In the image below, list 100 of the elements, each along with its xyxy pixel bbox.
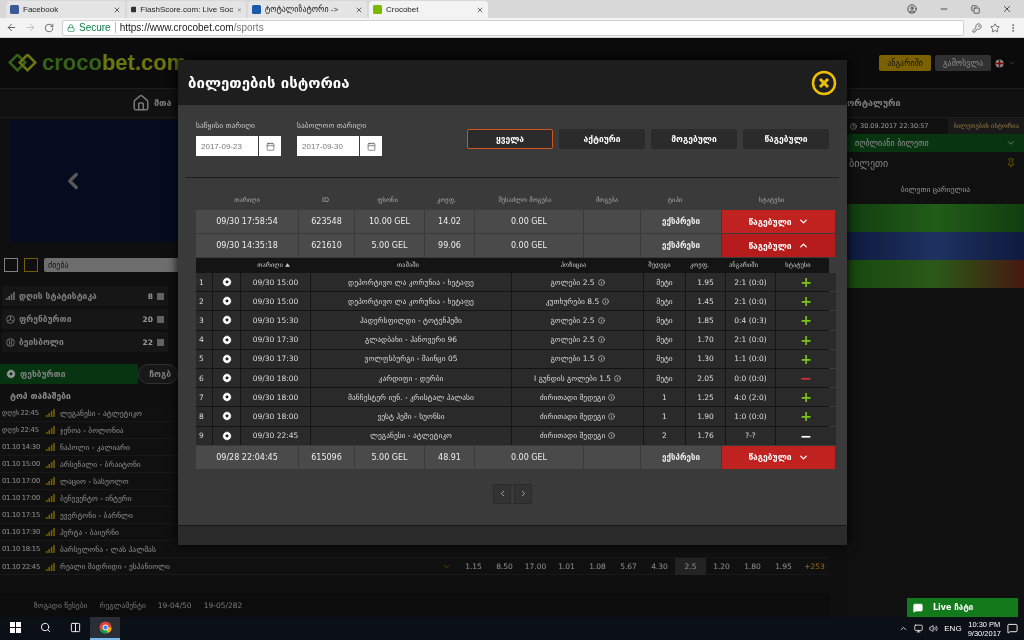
table-cell: 09/30 17:58:54	[196, 210, 298, 233]
info-icon[interactable]	[597, 278, 605, 286]
header-button[interactable]: ანგარიში	[879, 55, 931, 71]
table-cell: 0.00 GEL	[475, 234, 583, 257]
info-icon[interactable]	[597, 336, 605, 344]
bet-status-mark: −	[800, 371, 812, 386]
table-cell: 623548	[299, 210, 354, 233]
info-icon[interactable]	[597, 355, 605, 363]
date-field[interactable]: 2017-09-23	[196, 136, 258, 156]
browser-tab[interactable]: ტოტალიზატორი ->	[248, 1, 367, 18]
filter-tab[interactable]: მოგებული	[651, 129, 737, 149]
table-cell: 5.00 GEL	[355, 445, 424, 469]
address-field[interactable]: Secure https://www.crocobet.com/sports	[62, 19, 964, 36]
table-cell: ექსპრესი	[641, 234, 721, 257]
browser-tab[interactable]: Crocobet	[369, 1, 488, 18]
sport-name: დღის სტატისტიკა	[19, 291, 98, 301]
baseball-icon	[6, 337, 15, 347]
info-icon[interactable]	[608, 393, 616, 401]
chevron-up-icon	[797, 240, 809, 251]
signal-bars-icon	[46, 426, 55, 434]
close-button[interactable]	[811, 69, 837, 96]
filter-tab[interactable]: აქტიური	[559, 129, 645, 149]
chevron-down-icon	[797, 216, 809, 227]
layout-toggle[interactable]	[24, 258, 38, 272]
soccer-ball-icon	[221, 315, 232, 326]
info-icon[interactable]	[597, 316, 605, 324]
table-cell: 09/28 22:04:45	[196, 445, 298, 469]
nav-link[interactable]: ორტალური	[847, 98, 1024, 108]
bet-status-mark: +	[800, 390, 812, 405]
soccer-ball-icon	[221, 392, 232, 403]
info-icon[interactable]	[602, 297, 610, 305]
user-icon[interactable]	[907, 4, 917, 14]
status-button[interactable]: წაგებული	[722, 445, 835, 469]
nav-link[interactable]: მთა	[132, 94, 172, 112]
bet-status-mark: +	[800, 332, 812, 347]
table-cell: ექსპრესი	[641, 445, 721, 469]
logo-icon	[8, 54, 38, 72]
volleyball-icon	[6, 314, 15, 324]
browser-tab[interactable]: Facebook	[6, 1, 125, 18]
soccer-ball-icon	[221, 411, 232, 422]
close-icon[interactable]	[1002, 4, 1012, 14]
bet-status-mark: +	[800, 351, 812, 366]
sport-tab[interactable]: ფეხბურთი	[0, 364, 138, 384]
table-cell: 48.91	[425, 445, 474, 469]
filter-tab[interactable]: წაგებული	[743, 129, 829, 149]
live-chat-button[interactable]: Live ჩატი	[907, 598, 1018, 617]
date-field[interactable]: 2017-09-30	[297, 136, 359, 156]
site-favicon-icon	[252, 5, 261, 14]
close-icon[interactable]	[476, 5, 484, 14]
restore-icon[interactable]	[971, 4, 980, 14]
home-icon[interactable]	[132, 94, 150, 112]
caret-icon[interactable]	[899, 624, 909, 633]
language-indicator[interactable]: ENG	[944, 624, 962, 633]
table-cell	[584, 234, 640, 257]
back-icon[interactable]	[6, 22, 17, 33]
filter-tab[interactable]: ყველა	[467, 129, 553, 149]
soccer-ball-icon	[221, 334, 232, 345]
table-cell: 0.00 GEL	[475, 445, 583, 469]
table-cell	[584, 445, 640, 469]
info-icon[interactable]	[608, 412, 616, 420]
square-icon	[157, 338, 164, 346]
close-icon	[811, 69, 837, 96]
table-cell: 5.00 GEL	[355, 234, 424, 257]
lucky-ticket-bar[interactable]: იღბლიანი ბილეთი	[847, 134, 1024, 152]
lucky-ticket-label: იღბლიანი ბილეთი	[855, 138, 929, 148]
lock-icon	[67, 23, 75, 32]
site-favicon-icon	[131, 5, 137, 14]
info-icon[interactable]	[608, 432, 616, 440]
browser-tab[interactable]: FlashScore.com: Live Soc	[127, 1, 246, 18]
network-icon[interactable]	[914, 624, 924, 633]
flag-icon[interactable]	[995, 58, 1004, 68]
key-icon[interactable]	[972, 22, 982, 33]
ticket-title: ბილეთი	[849, 157, 889, 169]
volume-icon[interactable]	[929, 624, 939, 633]
close-icon[interactable]	[113, 5, 121, 14]
status-button[interactable]: წაგებული	[722, 210, 835, 233]
signal-bars-icon	[46, 562, 55, 571]
chrome-taskbar-button[interactable]	[90, 617, 120, 640]
sport-tab[interactable]: ჩოგბ	[138, 364, 178, 384]
status-button[interactable]: წაგებული	[722, 234, 835, 257]
notification-icon[interactable]	[1007, 623, 1018, 634]
signal-bars-icon	[46, 511, 55, 519]
reload-icon[interactable]	[44, 22, 54, 33]
bet-status-mark: +	[800, 294, 812, 309]
clock-icon	[850, 122, 857, 130]
calendar-icon	[265, 141, 275, 151]
header-button[interactable]: გამოსვლა	[934, 55, 991, 71]
calendar-icon	[366, 141, 376, 151]
signal-bars-icon	[46, 460, 55, 468]
logo-text: croco	[42, 50, 102, 76]
site-favicon-icon	[10, 5, 19, 14]
bookmark-star-icon[interactable]	[990, 22, 1000, 33]
chevron-icon	[1006, 138, 1016, 148]
signal-bars-icon	[46, 443, 55, 451]
chrome-logo-icon	[98, 621, 112, 634]
close-icon[interactable]	[355, 5, 363, 14]
sort-arrow-icon	[284, 263, 290, 267]
sport-name: ფრენბურთი	[19, 314, 73, 324]
info-icon[interactable]	[614, 374, 622, 382]
table-cell: 09/30 14:35:18	[196, 234, 298, 257]
